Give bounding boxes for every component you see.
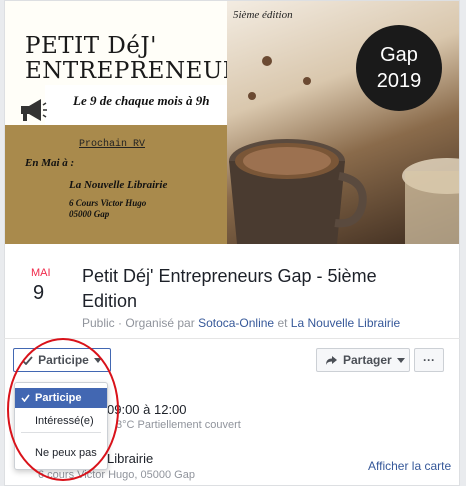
cover-schedule: Le 9 de chaque mois à 9h: [73, 93, 210, 108]
cover-venue: La Nouvelle Librairie: [69, 179, 168, 191]
event-date-day: 9: [33, 282, 45, 304]
badge-city: Gap: [380, 44, 418, 66]
event-cover-image[interactable]: PETIT DéJ' ENTREPRENEURS Le 9 de chaque …: [5, 1, 459, 244]
cover-month-label: En Mai à :: [25, 157, 75, 169]
megaphone-icon: [21, 99, 47, 121]
organizer-link-1[interactable]: Sotoca-Online: [198, 316, 274, 330]
cover-title-line1: PETIT DéJ': [25, 33, 157, 59]
privacy-label: Public: [82, 316, 115, 330]
chevron-down-icon: [396, 357, 405, 363]
organizer-link-2[interactable]: La Nouvelle Librairie: [291, 316, 400, 330]
more-options-label: ···: [423, 353, 435, 367]
event-title: Petit Déj' Entrepreneurs Gap - 5ième Edi…: [82, 266, 377, 311]
event-place[interactable]: Librairie: [107, 451, 153, 466]
more-options-button[interactable]: ···: [414, 348, 444, 372]
share-arrow-icon: [326, 355, 337, 365]
share-button-label: Partager: [343, 353, 392, 367]
cover-title-line2: ENTREPRENEURS: [25, 58, 257, 84]
cover-address-line2: 05000 Gap: [69, 209, 110, 219]
event-meta: Public · Organisé par Sotoca-Online et L…: [82, 316, 400, 330]
annotation-circle: [7, 338, 119, 481]
organized-by-label: · Organisé par: [114, 316, 199, 330]
event-date-month: MAI: [31, 267, 51, 279]
show-map-link[interactable]: Afficher la carte: [368, 459, 451, 473]
cover-location-badge: Gap 2019: [356, 25, 442, 111]
cover-address-line1: 6 Cours Victor Hugo: [69, 198, 147, 208]
cover-title: PETIT DéJ' ENTREPRENEURS: [25, 34, 257, 84]
cover-next-label: Prochain RV: [79, 139, 146, 150]
badge-year: 2019: [376, 70, 422, 92]
organizer-join: et: [274, 316, 291, 330]
cover-edition: 5ième édition: [233, 9, 293, 21]
share-button[interactable]: Partager: [316, 348, 410, 372]
event-weather: 3°C Partiellement couvert: [116, 419, 241, 431]
